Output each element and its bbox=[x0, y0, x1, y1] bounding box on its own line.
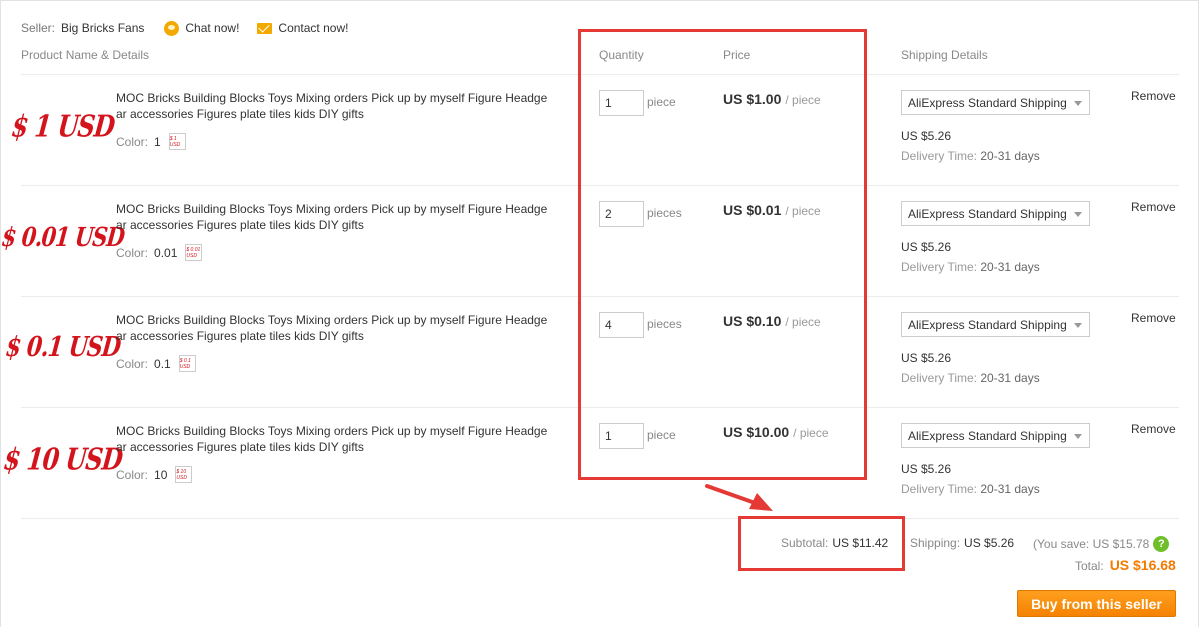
delivery-time: Delivery Time: 20-31 days bbox=[901, 371, 1040, 385]
seller-name-link[interactable]: Big Bricks Fans bbox=[61, 21, 144, 35]
chevron-down-icon bbox=[1074, 101, 1082, 106]
chevron-down-icon bbox=[1074, 323, 1082, 328]
delivery-label: Delivery Time: bbox=[901, 260, 978, 274]
shipping-total: Shipping: US $5.26 bbox=[910, 536, 1014, 550]
delivery-value: 20-31 days bbox=[980, 260, 1040, 274]
product-title-link[interactable]: MOC Bricks Building Blocks Toys Mixing o… bbox=[116, 312, 548, 344]
product-color: Color: 1 $ 1 USD bbox=[116, 133, 186, 150]
remove-link[interactable]: Remove bbox=[1131, 311, 1176, 325]
shipping-cost: US $5.26 bbox=[901, 240, 952, 254]
color-label: Color: bbox=[116, 245, 149, 260]
shipping-method-select[interactable]: AliExpress Standard Shipping bbox=[901, 312, 1090, 337]
chat-now-link[interactable]: Chat now! bbox=[185, 21, 239, 35]
contact-now-link[interactable]: Contact now! bbox=[278, 21, 348, 35]
product-thumbnail[interactable]: $ 0.1 USD bbox=[4, 317, 121, 377]
shipping-method-value: AliExpress Standard Shipping bbox=[908, 206, 1067, 221]
delivery-label: Delivery Time: bbox=[901, 371, 978, 385]
highlight-box-quantity-price bbox=[578, 29, 867, 480]
header-product: Product Name & Details bbox=[21, 48, 150, 62]
delivery-label: Delivery Time: bbox=[901, 482, 978, 496]
product-color: Color: 10 $ 10 USD bbox=[116, 466, 193, 483]
shipping-cost: US $5.26 bbox=[901, 129, 952, 143]
delivery-value: 20-31 days bbox=[980, 371, 1040, 385]
color-value: 10 bbox=[154, 467, 168, 482]
shipping-method-value: AliExpress Standard Shipping bbox=[908, 317, 1067, 332]
annotation-arrow-icon bbox=[705, 484, 773, 511]
product-title-link[interactable]: MOC Bricks Building Blocks Toys Mixing o… bbox=[116, 423, 548, 455]
chevron-down-icon bbox=[1074, 212, 1082, 217]
product-thumbnail[interactable]: $ 1 USD bbox=[10, 95, 116, 155]
product-thumbnail[interactable]: $ 10 USD bbox=[2, 428, 124, 488]
shipping-cost: US $5.26 bbox=[901, 351, 952, 365]
delivery-time: Delivery Time: 20-31 days bbox=[901, 482, 1040, 496]
delivery-time: Delivery Time: 20-31 days bbox=[901, 260, 1040, 274]
remove-link[interactable]: Remove bbox=[1131, 200, 1176, 214]
shipping-total-label: Shipping: bbox=[910, 536, 961, 550]
swatch-text: $ 0.01 USD bbox=[186, 246, 201, 259]
color-value: 1 bbox=[154, 134, 161, 149]
mail-icon[interactable] bbox=[257, 22, 273, 34]
color-swatch: $ 10 USD bbox=[175, 466, 193, 483]
buy-from-seller-button[interactable]: Buy from this seller bbox=[1017, 590, 1176, 617]
swatch-text: $ 1 USD bbox=[169, 135, 181, 148]
shipping-method-select[interactable]: AliExpress Standard Shipping bbox=[901, 90, 1090, 115]
product-title-link[interactable]: MOC Bricks Building Blocks Toys Mixing o… bbox=[116, 201, 548, 233]
color-value: 0.1 bbox=[154, 356, 171, 371]
shipping-method-select[interactable]: AliExpress Standard Shipping bbox=[901, 423, 1090, 448]
shipping-method-value: AliExpress Standard Shipping bbox=[908, 95, 1067, 110]
remove-link[interactable]: Remove bbox=[1131, 422, 1176, 436]
product-thumbnail[interactable]: $ 0.01 USD bbox=[0, 206, 125, 266]
divider bbox=[21, 518, 1179, 519]
product-color: Color: 0.01 $ 0.01 USD bbox=[116, 244, 203, 261]
seller-label: Seller: bbox=[21, 21, 56, 35]
product-title-link[interactable]: MOC Bricks Building Blocks Toys Mixing o… bbox=[116, 90, 548, 122]
header-shipping: Shipping Details bbox=[901, 48, 988, 62]
chevron-down-icon bbox=[1074, 434, 1082, 439]
shipping-total-value: US $5.26 bbox=[964, 536, 1015, 550]
delivery-time: Delivery Time: 20-31 days bbox=[901, 149, 1040, 163]
order-total: Total: US $16.68 bbox=[1075, 557, 1176, 573]
remove-link[interactable]: Remove bbox=[1131, 89, 1176, 103]
total-value: US $16.68 bbox=[1109, 557, 1176, 573]
color-label: Color: bbox=[116, 467, 149, 482]
seller-bar: Seller: Big Bricks Fans Chat now! Contac… bbox=[21, 19, 348, 37]
savings: (You save: US $15.78 ? bbox=[1033, 536, 1170, 552]
color-swatch: $ 0.01 USD bbox=[185, 244, 203, 261]
shipping-method-select[interactable]: AliExpress Standard Shipping bbox=[901, 201, 1090, 226]
product-color: Color: 0.1 $ 0.1 USD bbox=[116, 355, 196, 372]
seller-order-panel: Seller: Big Bricks Fans Chat now! Contac… bbox=[0, 0, 1199, 627]
highlight-box-subtotal bbox=[738, 516, 905, 571]
delivery-value: 20-31 days bbox=[980, 482, 1040, 496]
savings-text: (You save: US $15.78 bbox=[1033, 537, 1150, 551]
chat-icon[interactable] bbox=[164, 20, 180, 36]
swatch-text: $ 10 USD bbox=[176, 468, 187, 481]
total-label: Total: bbox=[1075, 559, 1104, 573]
shipping-method-value: AliExpress Standard Shipping bbox=[908, 428, 1067, 443]
color-label: Color: bbox=[116, 134, 149, 149]
color-swatch: $ 1 USD bbox=[168, 133, 186, 150]
delivery-label: Delivery Time: bbox=[901, 149, 978, 163]
delivery-value: 20-31 days bbox=[980, 149, 1040, 163]
question-icon[interactable]: ? bbox=[1153, 536, 1170, 552]
color-value: 0.01 bbox=[154, 245, 178, 260]
color-label: Color: bbox=[116, 356, 149, 371]
shipping-cost: US $5.26 bbox=[901, 462, 952, 476]
swatch-text: $ 0.1 USD bbox=[179, 357, 191, 370]
color-swatch: $ 0.1 USD bbox=[178, 355, 196, 372]
